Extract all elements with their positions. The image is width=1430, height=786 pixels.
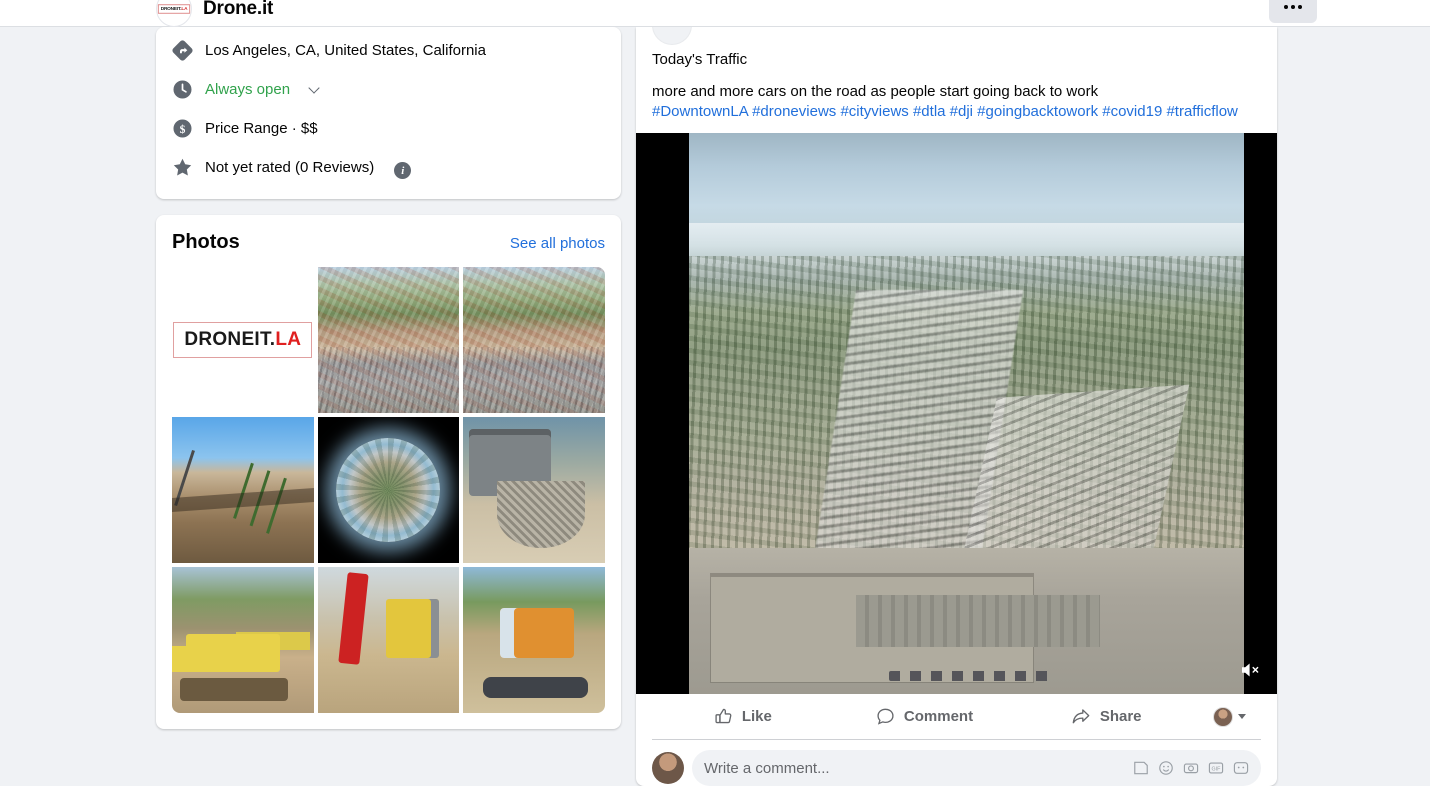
dollar-icon: $ xyxy=(172,118,193,139)
photos-card: Photos See all photos DRONEIT.LA xyxy=(156,215,621,729)
page-content: Los Angeles, CA, United States, Californ… xyxy=(0,27,1430,786)
see-all-photos-link[interactable]: See all photos xyxy=(510,235,605,252)
dot-icon xyxy=(1284,4,1288,9)
like-button[interactable]: Like xyxy=(652,700,834,734)
page-sticky-header: DRONEIT.LA Drone.it xyxy=(0,0,1430,27)
droneit-logo-icon: DRONEIT.LA xyxy=(173,322,313,358)
svg-text:GIF: GIF xyxy=(1212,767,1222,773)
post-body-line: more and more cars on the road as people… xyxy=(652,83,1099,100)
info-price-text: Price Range · $$ xyxy=(205,119,318,137)
droneit-logo-photo[interactable]: DRONEIT.LA xyxy=(172,267,314,413)
info-row-rating[interactable]: Not yet rated (0 Reviews) i xyxy=(156,148,621,187)
chevron-down-icon xyxy=(1237,714,1246,719)
page-avatar[interactable]: DRONEIT.LA xyxy=(156,0,192,27)
post-action-bar: Like Comment Share xyxy=(652,694,1261,740)
tiny-planet-sphere xyxy=(336,438,441,542)
svg-text:$: $ xyxy=(180,123,186,136)
dot-icon xyxy=(1298,4,1302,9)
share-button-label: Share xyxy=(1099,708,1142,725)
avatar-sticker-icon[interactable] xyxy=(1233,760,1249,776)
thumbs-up-icon xyxy=(715,708,732,724)
yellow-excavator-photo[interactable] xyxy=(172,567,314,713)
red-drill-rig-photo[interactable] xyxy=(317,567,460,713)
photos-card-header: Photos See all photos xyxy=(172,231,605,254)
video-rooftop-units xyxy=(888,670,1056,681)
feed-post-card: Today's Traffic more and more cars on th… xyxy=(636,27,1277,786)
directions-icon xyxy=(172,40,193,61)
share-button[interactable]: Share xyxy=(1015,700,1197,734)
aerial-neighborhood-photo-2[interactable] xyxy=(463,267,605,413)
info-row-location[interactable]: Los Angeles, CA, United States, Californ… xyxy=(156,31,621,70)
construction-trench-photo[interactable] xyxy=(172,417,314,563)
avatar xyxy=(652,752,684,784)
post-header-partial xyxy=(636,27,1277,47)
avatar xyxy=(1212,706,1233,727)
comment-composer: Write a comment... GIF xyxy=(636,740,1277,786)
video-frame xyxy=(689,133,1244,694)
video-foreground-building xyxy=(689,548,1244,694)
clock-icon xyxy=(172,79,193,100)
concrete-truck-worker-photo[interactable] xyxy=(463,417,605,563)
page-title: Drone.it xyxy=(203,0,274,19)
comment-button[interactable]: Comment xyxy=(834,700,1016,734)
chevron-down-icon[interactable] xyxy=(309,82,320,93)
comment-button-label: Comment xyxy=(903,708,974,725)
post-hashtags[interactable]: #DowntownLA #droneviews #cityviews #dtla… xyxy=(652,102,1261,122)
info-hours-text: Always open xyxy=(205,80,291,98)
info-rating-text: Not yet rated (0 Reviews) xyxy=(205,158,375,176)
dot-icon xyxy=(1291,4,1295,9)
photos-title: Photos xyxy=(172,231,240,253)
post-text-body: Today's Traffic more and more cars on th… xyxy=(636,47,1277,133)
comment-input[interactable]: Write a comment... GIF xyxy=(692,750,1261,786)
mute-toggle-button[interactable] xyxy=(1237,656,1265,684)
like-button-label: Like xyxy=(741,708,772,725)
share-as-selector[interactable] xyxy=(1197,706,1261,727)
orange-excavator-photo[interactable] xyxy=(463,567,605,713)
tiny-planet-360-photo[interactable] xyxy=(317,417,460,563)
left-sidebar-column: Los Angeles, CA, United States, Californ… xyxy=(156,27,621,729)
camera-icon[interactable] xyxy=(1183,760,1199,776)
star-icon xyxy=(172,157,193,178)
speaker-muted-icon xyxy=(1242,663,1259,677)
comment-attachment-icons: GIF xyxy=(1133,760,1249,776)
info-tooltip-icon[interactable]: i xyxy=(394,162,412,179)
aerial-neighborhood-photo-1[interactable] xyxy=(317,267,460,413)
sticker-icon[interactable] xyxy=(1133,760,1149,776)
post-author-avatar[interactable] xyxy=(652,27,692,45)
info-location-text: Los Angeles, CA, United States, Californ… xyxy=(205,41,486,59)
emoji-icon[interactable] xyxy=(1158,760,1174,776)
share-arrow-icon xyxy=(1072,709,1090,724)
more-options-button[interactable] xyxy=(1269,0,1317,23)
page-info-card: Los Angeles, CA, United States, Californ… xyxy=(156,27,621,199)
droneit-logo-icon: DRONEIT.LA xyxy=(157,4,191,14)
comment-bubble-icon xyxy=(877,708,894,725)
photo-grid: DRONEIT.LA xyxy=(172,267,605,713)
info-row-price-range[interactable]: $ Price Range · $$ xyxy=(156,109,621,148)
post-title-line: Today's Traffic xyxy=(652,51,748,68)
post-video-player[interactable] xyxy=(636,133,1277,694)
info-row-hours[interactable]: Always open xyxy=(156,70,621,109)
sticky-page-identity[interactable]: DRONEIT.LA Drone.it xyxy=(156,0,273,27)
comment-input-placeholder: Write a comment... xyxy=(704,759,830,777)
gif-icon[interactable]: GIF xyxy=(1208,760,1224,776)
